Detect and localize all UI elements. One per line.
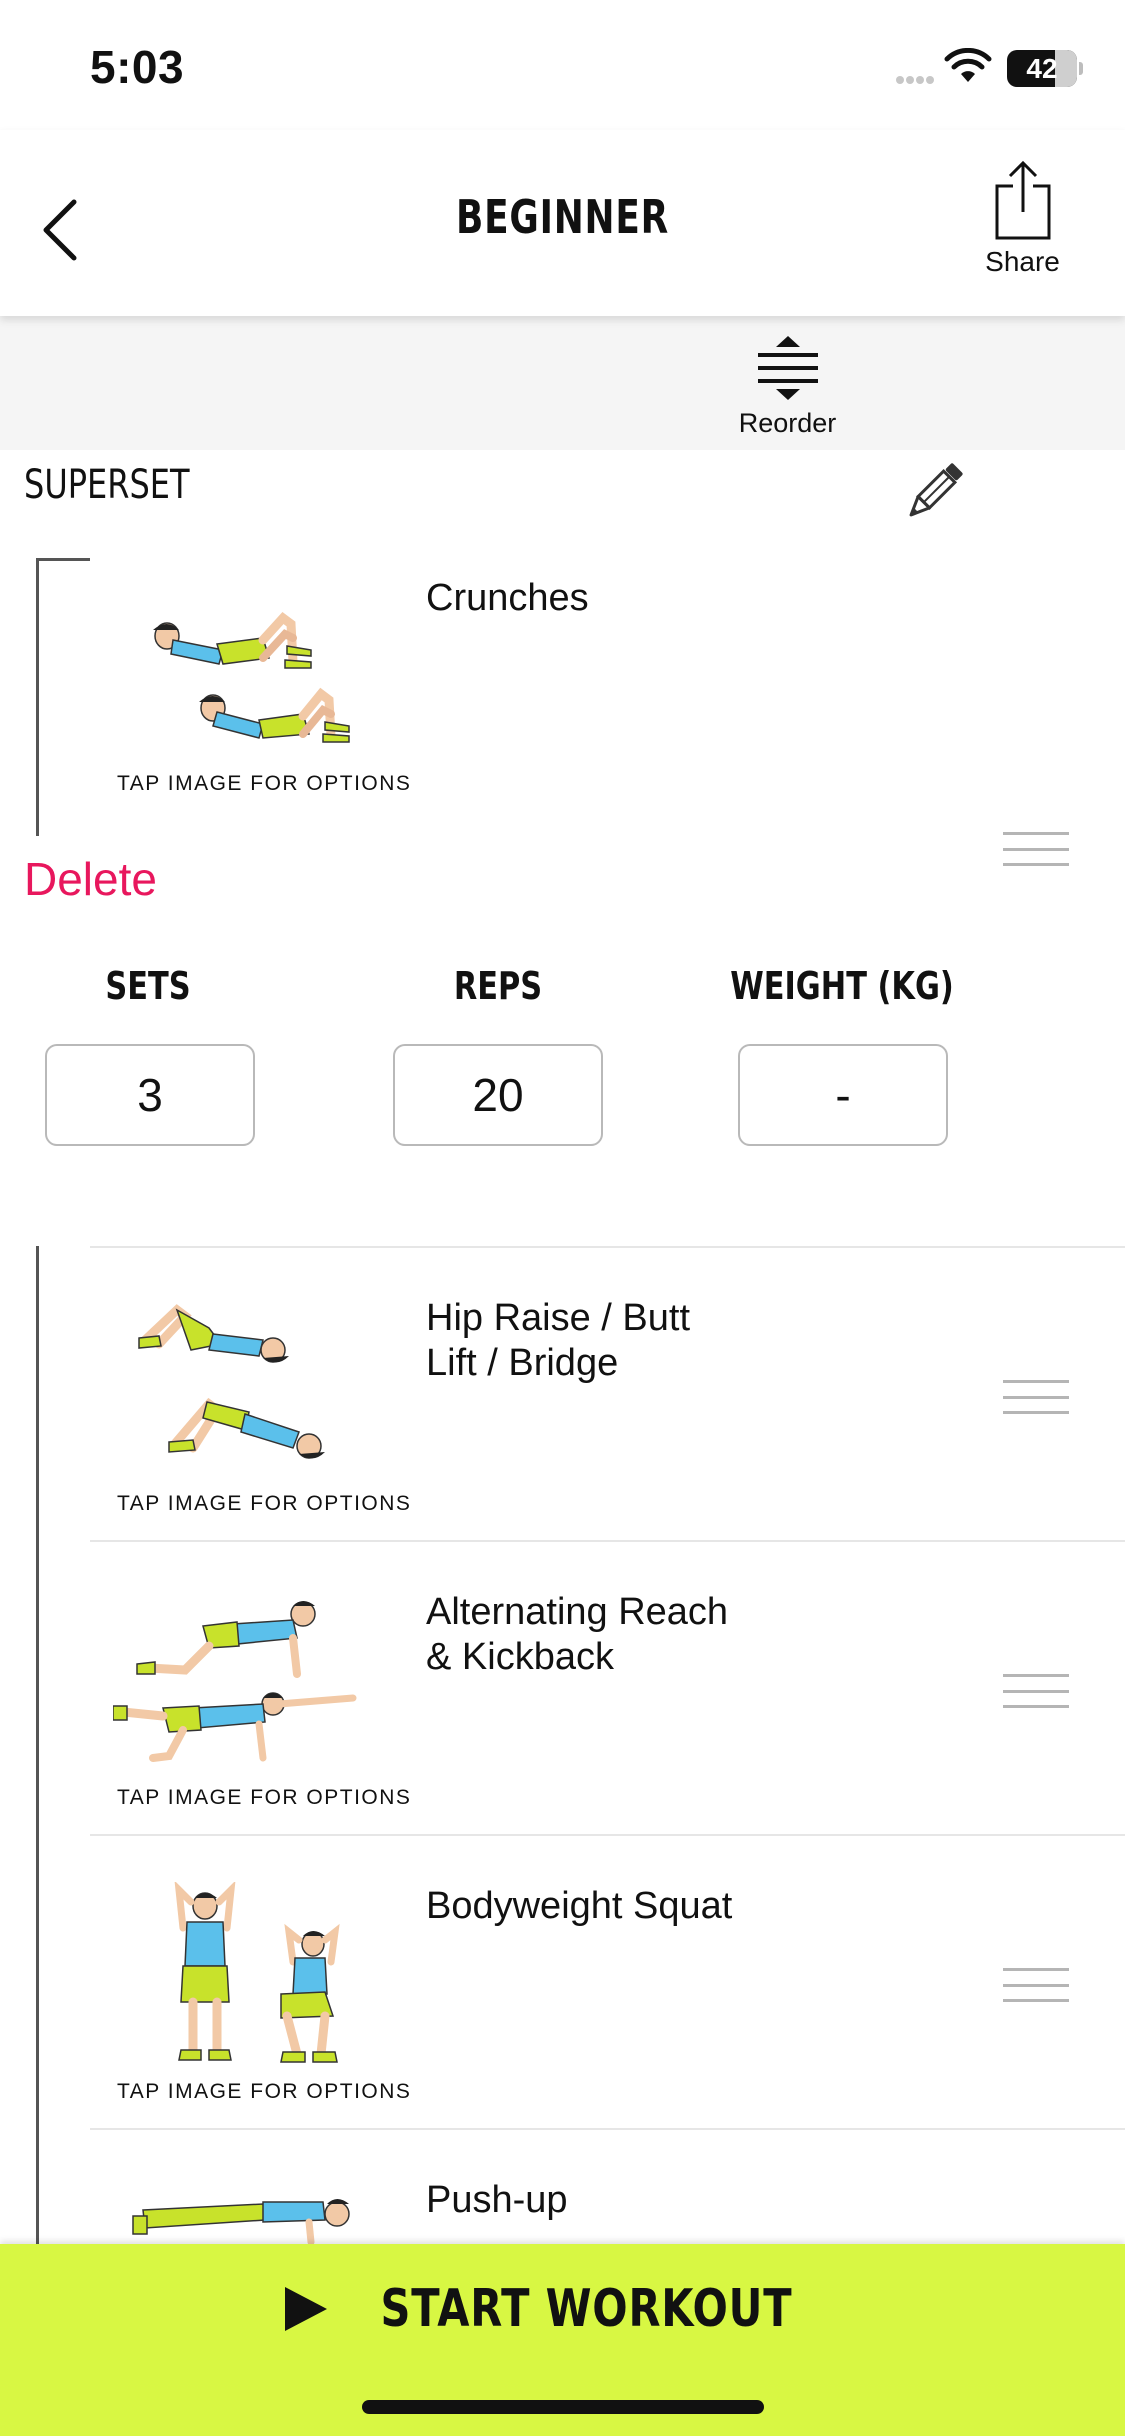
- cellular-signal-icon: [895, 72, 935, 90]
- weight-label: WEIGHT (KG): [730, 964, 954, 1008]
- reps-input[interactable]: 20: [393, 1044, 603, 1146]
- exercise-name: Hip Raise / Butt Lift / Bridge: [426, 1297, 690, 1384]
- reps-label: REPS: [453, 964, 543, 1008]
- superset-title: SUPERSET: [24, 462, 190, 508]
- chevron-left-icon: [43, 199, 77, 261]
- drag-handle-icon[interactable]: [1003, 1380, 1069, 1414]
- tap-image-hint: TAP IMAGE FOR OPTIONS: [117, 1492, 412, 1515]
- reorder-icon: [757, 336, 818, 400]
- edit-button[interactable]: [900, 460, 970, 530]
- exercise-image-crunches[interactable]: [113, 572, 393, 762]
- toolbar: Reorder: [0, 316, 1125, 450]
- share-label: Share: [985, 246, 1060, 277]
- home-indicator[interactable]: [362, 2400, 764, 2414]
- exercise-name: Crunches: [426, 577, 589, 619]
- reorder-label: Reorder: [738, 408, 837, 438]
- drag-handle-icon[interactable]: [1003, 1674, 1069, 1708]
- tap-image-hint: TAP IMAGE FOR OPTIONS: [117, 2080, 412, 2103]
- status-bar: 5:03 42: [0, 0, 1125, 130]
- weight-input[interactable]: -: [738, 1044, 948, 1146]
- exercise-image-alternating-reach[interactable]: [112, 1588, 393, 1778]
- exercise-image-push-up[interactable]: [113, 2176, 393, 2244]
- sets-label: SETS: [105, 964, 191, 1008]
- tap-image-hint: TAP IMAGE FOR OPTIONS: [117, 772, 412, 795]
- start-workout-button[interactable]: START WORKOUT: [0, 2244, 1125, 2374]
- exercise-image-hip-raise[interactable]: [113, 1294, 393, 1484]
- battery-icon: 42: [1007, 50, 1083, 87]
- superset-bracket-line: [36, 1246, 39, 2246]
- start-workout-label: START WORKOUT: [380, 2279, 793, 2339]
- back-button[interactable]: [30, 190, 90, 270]
- exercise-name: Bodyweight Squat: [426, 1885, 733, 1927]
- drag-handle-icon[interactable]: [1003, 832, 1069, 866]
- sets-input[interactable]: 3: [45, 1044, 255, 1146]
- status-time: 5:03: [90, 41, 185, 93]
- start-workout-bar: START WORKOUT: [0, 2244, 1125, 2436]
- exercise-image-bodyweight-squat[interactable]: [113, 1880, 393, 2072]
- exercise-name: Push-up: [426, 2179, 568, 2221]
- tap-image-hint: TAP IMAGE FOR OPTIONS: [117, 1786, 412, 1809]
- drag-handle-icon[interactable]: [1003, 1968, 1069, 2002]
- reorder-button[interactable]: Reorder: [720, 334, 855, 444]
- share-button[interactable]: Share: [970, 160, 1075, 310]
- exercise-name: Alternating Reach & Kickback: [426, 1591, 729, 1678]
- delete-button[interactable]: Delete: [24, 852, 157, 906]
- page-title: BEGINNER: [455, 190, 670, 244]
- superset-bracket-line: [36, 558, 39, 836]
- nav-bar: BEGINNER Share: [0, 130, 1125, 316]
- wifi-icon: [944, 47, 992, 89]
- pencil-icon: [909, 463, 963, 517]
- play-icon: [285, 2287, 328, 2331]
- share-icon: [995, 160, 1050, 240]
- battery-level: 42: [1026, 53, 1058, 84]
- superset-bracket: [36, 558, 90, 561]
